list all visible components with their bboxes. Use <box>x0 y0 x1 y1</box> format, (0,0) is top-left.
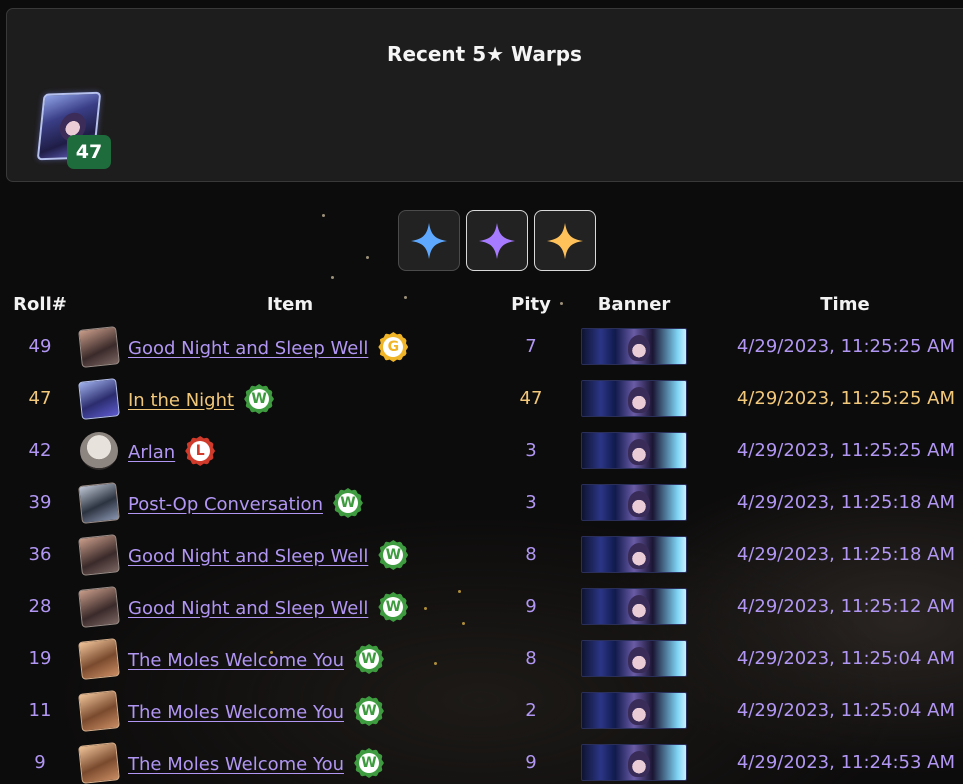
time-value: 4/29/2023, 11:25:04 AM <box>736 700 955 721</box>
time-value: 4/29/2023, 11:25:18 AM <box>736 492 955 513</box>
post-op-icon <box>78 482 120 524</box>
banner-tag-icon: W <box>354 644 384 674</box>
time-value: 4/29/2023, 11:25:04 AM <box>736 648 955 669</box>
pity-value: 8 <box>525 544 537 565</box>
blue-sparkle-icon <box>411 222 447 259</box>
in-the-night-icon <box>78 378 120 420</box>
roll-number: 49 <box>28 336 52 357</box>
header-item: Item <box>266 294 314 315</box>
pity-value: 3 <box>525 492 537 513</box>
roll-number: 39 <box>28 492 52 513</box>
pity-value: 9 <box>525 596 537 617</box>
recent-warps-title: Recent 5★ Warps <box>387 42 582 66</box>
good-night-icon <box>78 326 120 368</box>
banner-thumbnail <box>581 432 687 469</box>
table-row: 42 Arlan L 3 4/29/2023, 11:25:25 AM <box>0 424 963 476</box>
item-link[interactable]: Post-Op Conversation <box>128 494 323 515</box>
time-value: 4/29/2023, 11:25:25 AM <box>736 440 955 461</box>
4-star-filter-button[interactable] <box>466 210 528 271</box>
recent-warps-panel: Recent 5★ Warps 47 <box>6 8 963 182</box>
pity-value: 3 <box>525 440 537 461</box>
banner-thumbnail <box>581 588 687 625</box>
header-time: Time <box>820 294 870 315</box>
header-pity: Pity <box>511 294 551 315</box>
roll-number: 28 <box>28 596 52 617</box>
item-link[interactable]: Good Night and Sleep Well <box>128 598 368 619</box>
pity-value: 7 <box>525 336 537 357</box>
banner-tag-icon: G <box>378 332 408 362</box>
pity-badge: 47 <box>67 135 111 169</box>
banner-thumbnail <box>581 640 687 677</box>
table-row: 49 Good Night and Sleep Well G 7 4/29/20… <box>0 320 963 372</box>
banner-tag-icon: W <box>378 540 408 570</box>
rarity-filters <box>398 210 596 271</box>
table-header: Roll# Item Pity Banner Time <box>0 290 963 320</box>
header-banner: Banner <box>597 294 671 315</box>
table-row: 36 Good Night and Sleep Well W 8 4/29/20… <box>0 528 963 580</box>
banner-tag-icon: W <box>378 592 408 622</box>
item-link[interactable]: Good Night and Sleep Well <box>128 338 368 359</box>
table-row: 39 Post-Op Conversation W 3 4/29/2023, 1… <box>0 476 963 528</box>
gold-sparkle-icon <box>547 222 583 259</box>
5-star-filter-button[interactable] <box>534 210 596 271</box>
roll-number: 47 <box>28 388 52 409</box>
good-night-icon <box>78 534 120 576</box>
roll-number: 11 <box>28 700 52 721</box>
time-value: 4/29/2023, 11:25:25 AM <box>736 336 955 357</box>
time-value: 4/29/2023, 11:25:12 AM <box>736 596 955 617</box>
moles-icon <box>78 742 120 784</box>
time-value: 4/29/2023, 11:25:18 AM <box>736 544 955 565</box>
arlan-icon <box>80 432 118 470</box>
roll-number: 9 <box>34 752 46 773</box>
pity-value: 9 <box>525 752 537 773</box>
header-roll: Roll# <box>13 294 67 315</box>
banner-tag-icon: W <box>354 748 384 778</box>
banner-thumbnail <box>581 328 687 365</box>
pity-value: 2 <box>525 700 537 721</box>
banner-thumbnail <box>581 692 687 729</box>
item-link[interactable]: Good Night and Sleep Well <box>128 546 368 567</box>
roll-number: 36 <box>28 544 52 565</box>
banner-tag-icon: L <box>185 436 215 466</box>
roll-number: 19 <box>28 648 52 669</box>
item-link[interactable]: The Moles Welcome You <box>128 754 344 775</box>
recent-warp-card[interactable]: 47 <box>35 87 115 173</box>
item-link[interactable]: The Moles Welcome You <box>128 650 344 671</box>
3-star-filter-button[interactable] <box>398 210 460 271</box>
roll-number: 42 <box>28 440 52 461</box>
item-link[interactable]: The Moles Welcome You <box>128 702 344 723</box>
good-night-icon <box>78 586 120 628</box>
time-value: 4/29/2023, 11:25:25 AM <box>736 388 955 409</box>
banner-tag-icon: W <box>354 696 384 726</box>
banner-tag-icon: W <box>333 488 363 518</box>
banner-thumbnail <box>581 484 687 521</box>
table-row: 47 In the Night W 47 4/29/2023, 11:25:25… <box>0 372 963 424</box>
pity-value: 8 <box>525 648 537 669</box>
banner-thumbnail <box>581 744 687 781</box>
time-value: 4/29/2023, 11:24:53 AM <box>736 752 955 773</box>
table-row: 11 The Moles Welcome You W 2 4/29/2023, … <box>0 684 963 736</box>
table-row: 9 The Moles Welcome You W 9 4/29/2023, 1… <box>0 736 963 784</box>
warp-history-table: Roll# Item Pity Banner Time 49 Good Nigh… <box>0 290 963 784</box>
banner-tag-icon: W <box>244 384 274 414</box>
table-row: 28 Good Night and Sleep Well W 9 4/29/20… <box>0 580 963 632</box>
pity-value: 47 <box>519 388 543 409</box>
purple-sparkle-icon <box>479 222 515 259</box>
item-link[interactable]: Arlan <box>128 442 175 463</box>
item-link[interactable]: In the Night <box>128 390 234 411</box>
table-row: 19 The Moles Welcome You W 8 4/29/2023, … <box>0 632 963 684</box>
banner-thumbnail <box>581 536 687 573</box>
moles-icon <box>78 690 120 732</box>
banner-thumbnail <box>581 380 687 417</box>
moles-icon <box>78 638 120 680</box>
